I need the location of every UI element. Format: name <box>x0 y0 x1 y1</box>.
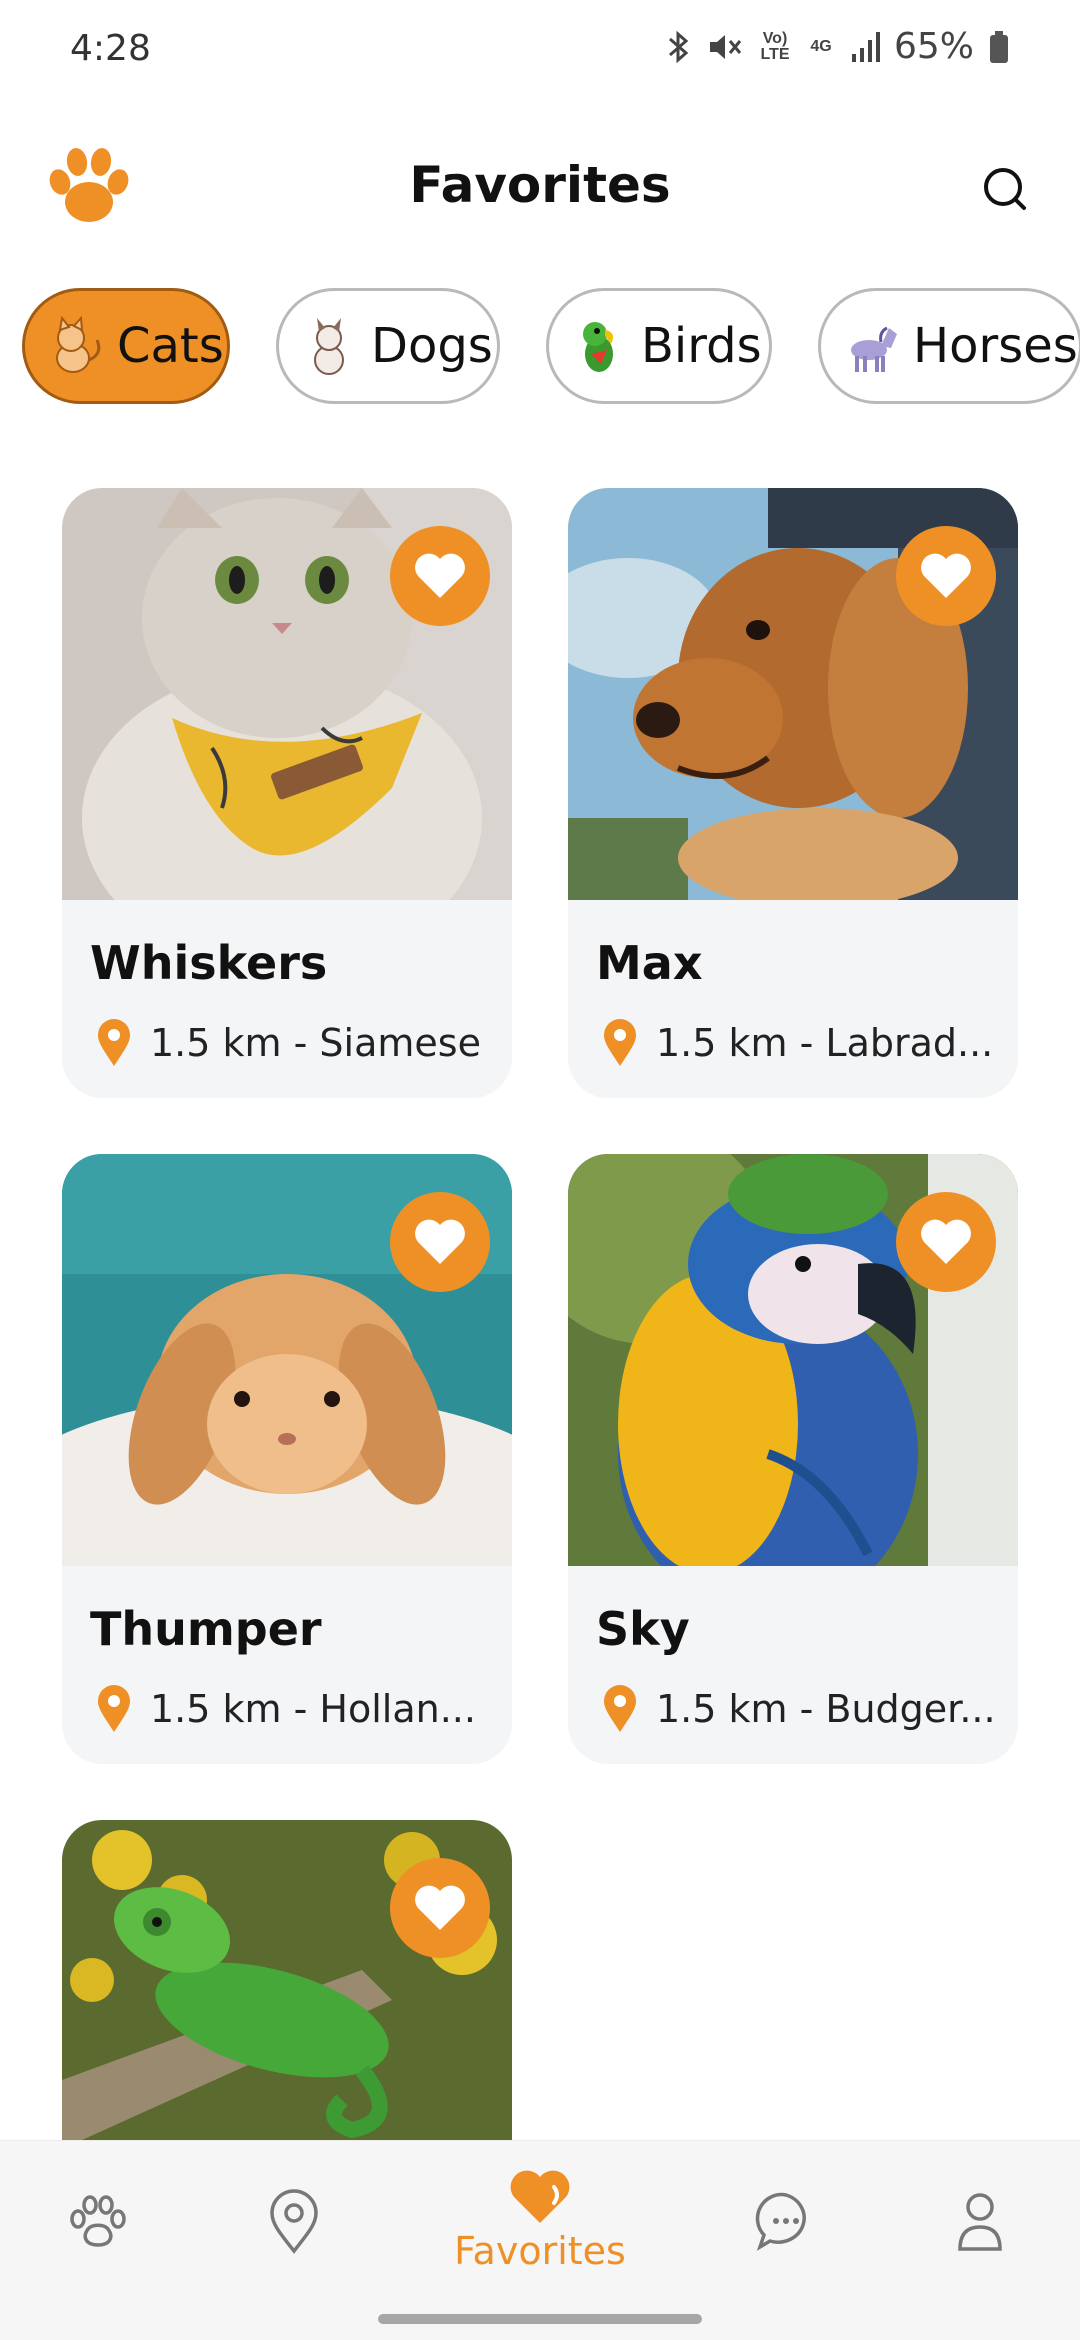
chip-cats[interactable]: Cats <box>22 288 230 404</box>
page-title: Favorites <box>409 156 671 214</box>
chip-label: Cats <box>117 318 224 374</box>
search-icon <box>984 168 1026 210</box>
pet-card[interactable]: Sky 1.5 km - Budger... <box>568 1154 1018 1764</box>
pet-distance-breed: 1.5 km - Hollan... <box>150 1687 476 1731</box>
favorite-button[interactable] <box>390 526 490 626</box>
screen: 4:28 Vo) LTE 4G 65% Favorites Cats Dogs … <box>0 0 1080 2340</box>
pet-card[interactable]: Thumper 1.5 km - Hollan... <box>62 1154 512 1764</box>
volte-icon: Vo) LTE <box>760 29 790 63</box>
pet-name: Max <box>596 936 703 990</box>
horse-icon <box>839 314 903 378</box>
parrot-icon <box>567 314 631 378</box>
battery-icon <box>988 29 1010 65</box>
location-pin-icon <box>602 1684 638 1734</box>
search-button[interactable] <box>976 160 1036 220</box>
pet-meta: 1.5 km - Budger... <box>602 1684 996 1734</box>
favorite-button[interactable] <box>896 1192 996 1292</box>
chip-birds[interactable]: Birds <box>546 288 772 404</box>
heart-icon <box>921 1219 971 1264</box>
location-pin-icon <box>96 1018 132 1068</box>
nav-favorites-label: Favorites <box>454 2229 626 2273</box>
status-time: 4:28 <box>70 28 151 69</box>
nav-favorites[interactable]: Favorites <box>440 2141 640 2301</box>
pet-card[interactable]: Whiskers 1.5 km - Siamese <box>62 488 512 1098</box>
favorite-button[interactable] <box>390 1858 490 1958</box>
bottom-nav: Favorites <box>0 2140 1080 2300</box>
home-indicator[interactable] <box>378 2314 702 2324</box>
status-bar: 4:28 Vo) LTE 4G 65% <box>0 0 1080 100</box>
status-icons: Vo) LTE 4G 65% <box>664 26 1010 67</box>
nav-messages[interactable] <box>736 2141 836 2301</box>
battery-percentage: 65% <box>893 26 974 67</box>
chat-icon <box>755 2192 806 2251</box>
header: Favorites <box>0 130 1080 250</box>
mute-icon <box>706 29 744 65</box>
heart-icon <box>415 1219 465 1264</box>
chip-label: Birds <box>641 318 762 374</box>
pet-distance-breed: 1.5 km - Budger... <box>656 1687 996 1731</box>
pet-distance-breed: 1.5 km - Siamese <box>150 1021 481 1065</box>
nav-map[interactable] <box>244 2141 344 2301</box>
nav-home[interactable] <box>48 2141 148 2301</box>
heart-icon <box>415 553 465 598</box>
pet-meta: 1.5 km - Siamese <box>96 1018 481 1068</box>
chip-dogs[interactable]: Dogs <box>276 288 500 404</box>
pet-name: Sky <box>596 1602 690 1656</box>
cat-icon <box>43 314 107 378</box>
chip-label: Dogs <box>371 318 493 374</box>
heart-icon <box>921 553 971 598</box>
location-pin-icon <box>96 1684 132 1734</box>
pet-name: Thumper <box>90 1602 322 1656</box>
chip-horses[interactable]: Horses <box>818 288 1080 404</box>
pet-card[interactable]: Max 1.5 km - Labrad... <box>568 488 1018 1098</box>
pet-card[interactable] <box>62 1820 512 2140</box>
paw-icon <box>70 2195 126 2247</box>
pet-distance-breed: 1.5 km - Labrad... <box>656 1021 994 1065</box>
4g-icon: 4G <box>810 37 832 55</box>
location-pin-icon <box>270 2189 318 2254</box>
chip-label: Horses <box>913 318 1078 374</box>
favorite-button[interactable] <box>390 1192 490 1292</box>
category-chips: Cats Dogs Birds Horses <box>22 288 1080 408</box>
favorite-button[interactable] <box>896 526 996 626</box>
heart-icon <box>510 2170 570 2223</box>
nav-profile[interactable] <box>930 2141 1030 2301</box>
location-pin-icon <box>602 1018 638 1068</box>
signal-icon <box>850 30 880 64</box>
user-icon <box>958 2193 1002 2251</box>
heart-icon <box>415 1885 465 1930</box>
pet-meta: 1.5 km - Labrad... <box>602 1018 993 1068</box>
pet-name: Whiskers <box>90 936 328 990</box>
dog-icon <box>297 314 361 378</box>
pet-meta: 1.5 km - Hollan... <box>96 1684 476 1734</box>
bluetooth-icon <box>664 29 692 65</box>
